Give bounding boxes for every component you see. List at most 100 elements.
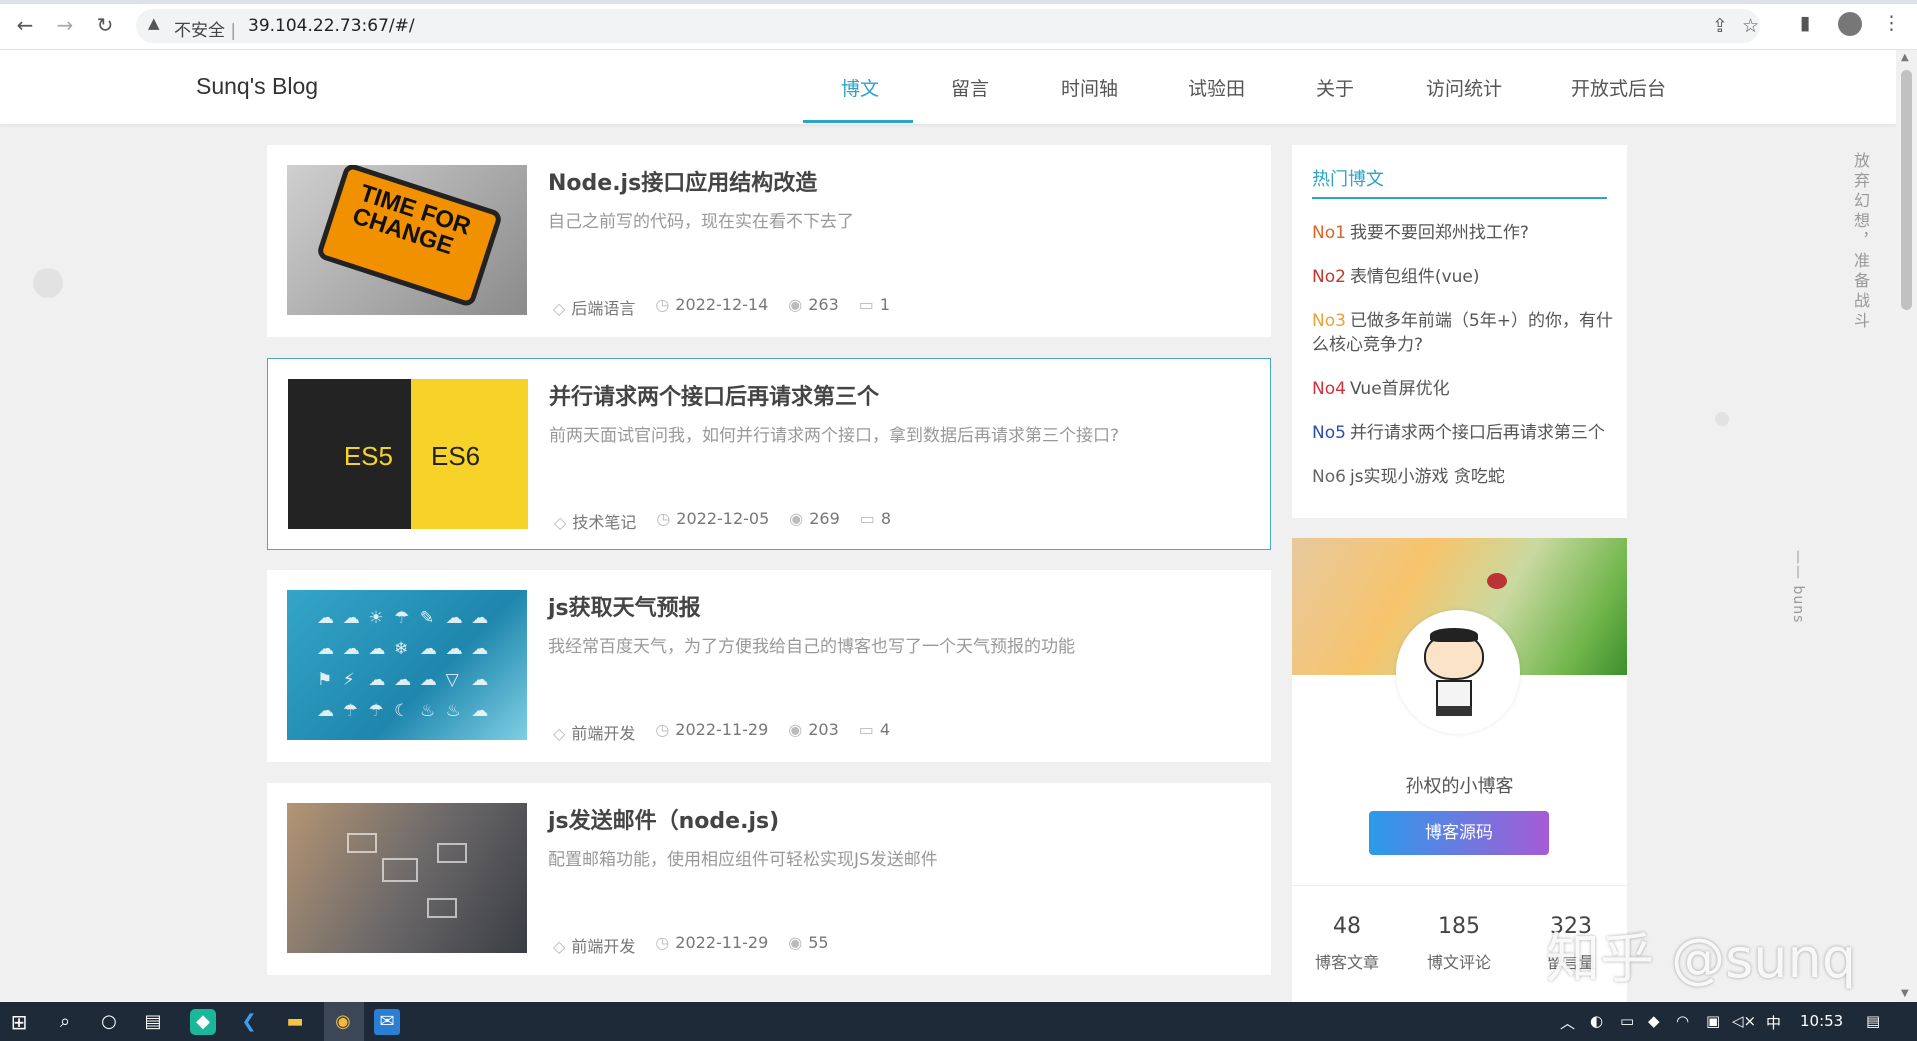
article-comments: 1 bbox=[879, 295, 891, 314]
clock[interactable]: 10:53 bbox=[1800, 1012, 1843, 1030]
site-title[interactable]: Sunq's Blog bbox=[196, 73, 318, 100]
article-category[interactable]: 前端开发 bbox=[571, 937, 635, 956]
hot-post-title[interactable]: 已做多年前端（5年+）的你，有什么核心竞争力? bbox=[1312, 311, 1613, 355]
weather-icon: ☁ bbox=[394, 670, 412, 690]
hot-posts-panel: 热门博文 No1 我要不要回郑州找工作? No2 表情包组件(vue) No3 已做多… bbox=[1292, 145, 1627, 518]
weather-icon: ✎ bbox=[419, 608, 435, 628]
stat-label: 博文评论 bbox=[1426, 953, 1491, 972]
stat-comments: 185 博文评论 bbox=[1404, 914, 1514, 973]
hot-post-rank: No2 bbox=[1312, 267, 1346, 287]
hot-post-item[interactable]: No2 表情包组件(vue) bbox=[1312, 265, 1622, 289]
mail-icon[interactable]: ✉ bbox=[374, 1009, 400, 1035]
tray-chevron-icon[interactable]: ︿ bbox=[1560, 1012, 1575, 1033]
hot-post-title[interactable]: 并行请求两个接口后再请求第三个 bbox=[1350, 423, 1605, 443]
article-card[interactable]: ES5 ES6 并行请求两个接口后再请求第三个 前两天面试官问我，如何并行请求两… bbox=[267, 358, 1271, 550]
nav-item-blog[interactable]: 博文 bbox=[841, 74, 879, 101]
weather-icon: ☁ bbox=[445, 608, 463, 628]
article-category[interactable]: 前端开发 bbox=[571, 724, 635, 743]
nav-item-timeline[interactable]: 时间轴 bbox=[1061, 74, 1118, 101]
reload-icon[interactable]: ↻ bbox=[92, 12, 118, 38]
article-views: 203 bbox=[808, 720, 839, 739]
volume-icon[interactable]: ◁× bbox=[1732, 1012, 1756, 1030]
chrome-icon[interactable]: ◉ bbox=[330, 1009, 356, 1035]
article-card[interactable]: TIME FOR CHANGE Node.js接口应用结构改造 自己之前写的代码… bbox=[267, 145, 1271, 337]
hot-post-title[interactable]: 表情包组件(vue) bbox=[1350, 267, 1480, 287]
nav-item-stats[interactable]: 访问统计 bbox=[1426, 74, 1502, 101]
hot-post-item[interactable]: No5 并行请求两个接口后再请求第三个 bbox=[1312, 421, 1622, 445]
article-card[interactable]: ☁ ☁ ☀ ☂ ✎ ☁ ☁ ☁ ☁ ☁ ❄ ☁ ☁ ☁ ⚑ ⚡ ☁ ☁ ☁ ▽ ☁ ☁ ☂ ☂ ☾ ♨ ♨ ☁ js获取天气预报… bbox=[267, 570, 1271, 762]
tray-app2-icon[interactable]: ◆ bbox=[1648, 1012, 1660, 1030]
avatar[interactable] bbox=[1396, 610, 1520, 734]
hot-post-title[interactable]: js实现小游戏 贪吃蛇 bbox=[1350, 467, 1505, 487]
eye-icon: ◉ bbox=[788, 933, 803, 952]
taskbar: ⊞ ⌕ ○ ▤ ◆ ❮ ▬ ◉ ✉ ︿ ◐ ▭ ◆ ◠ ▣ ◁× 中 10:53… bbox=[0, 1002, 1917, 1041]
scrollbar-thumb[interactable] bbox=[1901, 70, 1912, 310]
motto-text: 放弃幻想，准备战斗 bbox=[1851, 152, 1870, 332]
page-scrollbar[interactable]: ▲ ▼ bbox=[1896, 50, 1917, 1002]
wifi-icon[interactable]: ◠ bbox=[1676, 1012, 1689, 1030]
article-card[interactable]: js发送邮件（node.js) 配置邮箱功能，使用相应组件可轻松实现JS发送邮件… bbox=[267, 783, 1271, 975]
tray-app-icon[interactable]: ◐ bbox=[1590, 1012, 1603, 1030]
explorer-icon[interactable]: ▬ bbox=[282, 1009, 308, 1035]
hot-post-item[interactable]: No4 Vue首屏优化 bbox=[1312, 377, 1622, 401]
sidepanel-icon[interactable]: ▮ bbox=[1800, 12, 1810, 34]
comment-icon: ▭ bbox=[859, 509, 875, 528]
blog-source-button[interactable]: 博客源码 bbox=[1369, 811, 1549, 855]
app-icon[interactable]: ◆ bbox=[190, 1009, 216, 1035]
menu-icon[interactable]: ⋮ bbox=[1882, 12, 1901, 34]
taskview-icon[interactable]: ▤ bbox=[140, 1009, 166, 1035]
hot-post-rank: No1 bbox=[1312, 223, 1346, 243]
search-icon[interactable]: ⌕ bbox=[52, 1009, 78, 1035]
comment-icon: ▭ bbox=[858, 720, 874, 739]
star-icon[interactable]: ☆ bbox=[1742, 15, 1759, 37]
nav-active-indicator bbox=[803, 120, 913, 123]
article-thumbnail[interactable]: ES5 ES6 bbox=[288, 379, 528, 529]
weather-icon: ☁ bbox=[471, 701, 489, 721]
address-bar[interactable]: ▲ 不安全 | 39.104.22.73:67/#/ ⇪ ☆ bbox=[136, 9, 1760, 43]
back-icon[interactable]: ← bbox=[12, 12, 38, 38]
nav-item-playground[interactable]: 试验田 bbox=[1188, 74, 1245, 101]
article-title[interactable]: Node.js接口应用结构改造 bbox=[548, 165, 817, 197]
article-thumbnail[interactable]: TIME FOR CHANGE bbox=[287, 165, 527, 315]
article-thumbnail[interactable]: ☁ ☁ ☀ ☂ ✎ ☁ ☁ ☁ ☁ ☁ ❄ ☁ ☁ ☁ ⚑ ⚡ ☁ ☁ ☁ ▽ ☁ ☁ ☂ ☂ ☾ ♨ ♨ ☁ bbox=[287, 590, 527, 740]
article-thumbnail[interactable] bbox=[287, 803, 527, 953]
article-meta: ◇ 前端开发 ◷ 2022-11-29 ◉ 203 ▭ 4 bbox=[553, 720, 890, 744]
hot-post-title[interactable]: 我要不要回郑州找工作? bbox=[1350, 223, 1529, 243]
browser-chrome: ← → ↻ ▲ 不安全 | 39.104.22.73:67/#/ ⇪ ☆ ▮ ⋮ bbox=[0, 0, 1917, 50]
hot-post-item[interactable]: No3 已做多年前端（5年+）的你，有什么核心竞争力? bbox=[1312, 309, 1622, 357]
ime-indicator[interactable]: 中 bbox=[1766, 1012, 1781, 1033]
nav-item-admin[interactable]: 开放式后台 bbox=[1571, 74, 1666, 101]
envelope-icon bbox=[437, 843, 467, 863]
thumb-caption: TIME FOR CHANGE bbox=[349, 179, 475, 261]
warning-icon[interactable]: ▲ bbox=[148, 14, 160, 32]
article-title[interactable]: js获取天气预报 bbox=[548, 590, 701, 622]
url-text[interactable]: 39.104.22.73:67/#/ bbox=[248, 16, 415, 36]
hot-post-item[interactable]: No1 我要不要回郑州找工作? bbox=[1312, 221, 1622, 245]
windows-icon[interactable]: ⊞ bbox=[6, 1009, 32, 1035]
tray-app3-icon[interactable]: ▣ bbox=[1706, 1012, 1720, 1030]
article-title[interactable]: js发送邮件（node.js) bbox=[548, 803, 779, 835]
hot-post-item[interactable]: No6 js实现小游戏 贪吃蛇 bbox=[1312, 465, 1622, 489]
scroll-down-icon[interactable]: ▼ bbox=[1901, 988, 1909, 999]
nav-item-messages[interactable]: 留言 bbox=[951, 74, 989, 101]
article-desc: 我经常百度天气，为了方便我给自己的博客也写了一个天气预报的功能 bbox=[548, 637, 1075, 657]
article-category[interactable]: 后端语言 bbox=[571, 299, 635, 318]
scroll-up-icon[interactable]: ▲ bbox=[1901, 52, 1909, 63]
weather-icon: ☁ bbox=[419, 639, 437, 659]
forward-icon[interactable]: → bbox=[52, 12, 78, 38]
nav-item-about[interactable]: 关于 bbox=[1316, 74, 1354, 101]
cortana-icon[interactable]: ○ bbox=[96, 1009, 122, 1035]
weather-icon: ☁ bbox=[342, 639, 360, 659]
article-title[interactable]: 并行请求两个接口后再请求第三个 bbox=[549, 379, 879, 411]
insecure-label[interactable]: 不安全 | bbox=[174, 16, 236, 41]
notification-icon[interactable]: ▤ bbox=[1866, 1012, 1880, 1030]
hot-post-title[interactable]: Vue首屏优化 bbox=[1350, 379, 1450, 399]
profile-icon[interactable] bbox=[1838, 12, 1862, 41]
weather-icon: ☁ bbox=[317, 701, 334, 721]
share-icon[interactable]: ⇪ bbox=[1712, 15, 1728, 37]
battery-icon[interactable]: ▭ bbox=[1620, 1012, 1634, 1030]
vscode-icon[interactable]: ❮ bbox=[236, 1009, 262, 1035]
article-category[interactable]: 技术笔记 bbox=[572, 513, 636, 532]
hot-post-rank: No5 bbox=[1312, 423, 1346, 443]
article-views: 55 bbox=[808, 933, 829, 952]
